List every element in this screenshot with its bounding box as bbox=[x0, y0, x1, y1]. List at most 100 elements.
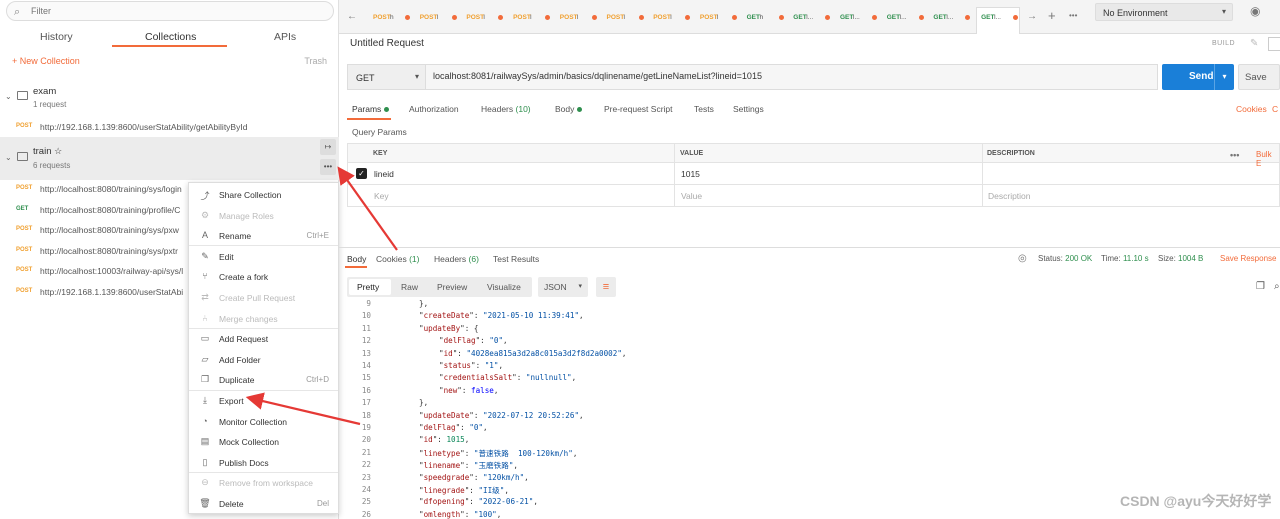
request-tab[interactable]: GET h bbox=[743, 8, 787, 28]
view-pretty[interactable]: Pretty bbox=[357, 282, 379, 292]
view-raw[interactable]: Raw bbox=[401, 282, 418, 292]
star-icon[interactable]: ☆ bbox=[54, 146, 62, 156]
menu-item-add-folder[interactable]: ▱ Add Folder bbox=[189, 349, 338, 369]
code-line: 18 "updateDate": "2022-07-12 20:52:26", bbox=[339, 411, 1280, 423]
request-tab[interactable]: GET l... bbox=[976, 7, 1021, 34]
url-box[interactable] bbox=[425, 64, 1158, 90]
view-visualize[interactable]: Visualize bbox=[487, 282, 521, 292]
chevron-down-icon[interactable]: ⌄ bbox=[5, 153, 12, 162]
tab-options-icon[interactable]: ••• bbox=[1069, 11, 1077, 20]
subtab-pre-request-script[interactable]: Pre-request Script bbox=[604, 104, 673, 114]
description-placeholder[interactable]: Description bbox=[988, 191, 1031, 201]
subtab-params[interactable]: Params bbox=[352, 104, 390, 114]
param-value[interactable]: 1015 bbox=[681, 169, 700, 179]
trash-link[interactable]: Trash bbox=[304, 56, 327, 66]
scroll-left-icon[interactable]: ← bbox=[347, 11, 357, 22]
copy-icon[interactable]: ❐ bbox=[1256, 281, 1265, 292]
scroll-right-icon[interactable]: → bbox=[1027, 11, 1037, 22]
response-tab-body[interactable]: Body bbox=[347, 254, 366, 264]
value-placeholder[interactable]: Value bbox=[681, 191, 702, 201]
send-button[interactable]: Send ▾ bbox=[1162, 64, 1234, 90]
menu-item-add-request[interactable]: ▭ Add Request bbox=[189, 328, 338, 348]
table-options-icon[interactable]: ••• bbox=[1230, 150, 1239, 160]
subtab-tests[interactable]: Tests bbox=[694, 104, 714, 114]
table-row[interactable]: ✓ lineid 1015 bbox=[347, 163, 1280, 185]
menu-item-edit[interactable]: ✎ Edit bbox=[189, 246, 338, 266]
table-row-empty[interactable]: Key Value Description bbox=[347, 185, 1280, 207]
format-select[interactable]: JSON ▾ bbox=[538, 277, 588, 297]
menu-item-delete[interactable]: 🗑 Delete Del bbox=[189, 493, 338, 513]
filter-input[interactable] bbox=[31, 4, 321, 18]
request-tab[interactable]: POST l bbox=[509, 8, 553, 28]
request-tab[interactable]: POST l bbox=[462, 8, 506, 28]
request-url: http://localhost:8080/training/sys/pxtr bbox=[40, 245, 178, 256]
menu-item-duplicate[interactable]: ❐ Duplicate Ctrl+D bbox=[189, 369, 338, 389]
method-badge: POST bbox=[16, 287, 33, 294]
tab-method: GET bbox=[981, 14, 995, 21]
request-tab[interactable]: GET l... bbox=[883, 8, 927, 28]
response-tab-test-results[interactable]: Test Results bbox=[493, 254, 539, 264]
collection-exam[interactable]: ⌄ exam 1 request bbox=[0, 82, 339, 116]
pencil-icon[interactable]: ✎ bbox=[1250, 38, 1258, 49]
request-tab[interactable]: GET l... bbox=[929, 8, 973, 28]
collection-train[interactable]: ⌄ train ☆ 6 requests bbox=[0, 140, 339, 176]
chevron-down-icon[interactable]: ▾ bbox=[1214, 64, 1234, 90]
eye-icon[interactable]: ◉ bbox=[1250, 4, 1260, 18]
tab-history[interactable]: History bbox=[40, 31, 73, 43]
collapse-icon[interactable]: ↦ bbox=[320, 139, 336, 155]
search-icon[interactable]: ⌕ bbox=[1274, 281, 1280, 292]
request-tab[interactable]: POST h bbox=[369, 8, 413, 28]
menu-item-mock-collection[interactable]: ▤ Mock Collection bbox=[189, 431, 338, 451]
line-number: 10 bbox=[361, 311, 371, 321]
response-tab-headers[interactable]: Headers (6) bbox=[434, 254, 479, 264]
menu-item-share-collection[interactable]: ⤴ Share Collection bbox=[189, 184, 338, 204]
url-input[interactable] bbox=[433, 71, 1133, 81]
globe-icon[interactable]: ◎ bbox=[1018, 253, 1027, 264]
tab-apis[interactable]: APIs bbox=[274, 31, 296, 43]
code-text: "delFlag": "0", bbox=[439, 336, 508, 346]
doc-icon[interactable] bbox=[1268, 37, 1280, 51]
request-tab[interactable]: POST l bbox=[556, 8, 600, 28]
line-number: 26 bbox=[361, 509, 371, 519]
request-title[interactable]: Untitled Request bbox=[350, 38, 424, 49]
key-placeholder[interactable]: Key bbox=[374, 191, 389, 201]
menu-item-monitor-collection[interactable]: ◔ Monitor Collection bbox=[189, 411, 338, 431]
unsaved-dot-icon bbox=[731, 15, 737, 20]
save-response-button[interactable]: Save Response bbox=[1220, 254, 1276, 263]
request-tab[interactable]: POST l bbox=[416, 8, 460, 28]
subtab-settings[interactable]: Settings bbox=[733, 104, 764, 114]
cookies-link[interactable]: Cookies bbox=[1236, 104, 1267, 114]
request-tab[interactable]: POST l bbox=[696, 8, 740, 28]
view-preview[interactable]: Preview bbox=[437, 282, 467, 292]
menu-item-export[interactable]: ⤓ Export bbox=[189, 390, 338, 410]
add-request-icon: ▭ bbox=[200, 333, 210, 344]
request-tab[interactable]: GET l... bbox=[836, 8, 880, 28]
sidebar-actions: + New Collection Trash bbox=[0, 54, 339, 70]
chevron-down-icon[interactable]: ⌄ bbox=[5, 92, 12, 101]
new-collection-button[interactable]: + New Collection bbox=[12, 56, 80, 66]
subtab-authorization[interactable]: Authorization bbox=[409, 104, 459, 114]
wrap-lines-icon[interactable]: ≡ bbox=[596, 277, 616, 297]
environment-select[interactable]: No Environment ▾ bbox=[1095, 3, 1233, 21]
more-options-icon[interactable]: ••• bbox=[320, 159, 336, 175]
filter-box[interactable]: ⌕ bbox=[6, 1, 334, 21]
method-select[interactable]: GET ▾ bbox=[347, 64, 425, 90]
tab-collections[interactable]: Collections bbox=[145, 31, 196, 43]
subtab-body[interactable]: Body bbox=[555, 104, 583, 114]
response-body[interactable]: 9}, 10 "createDate": "2021-05-10 11:39:41"… bbox=[339, 300, 1280, 519]
code-link[interactable]: C bbox=[1272, 104, 1278, 114]
add-tab-icon[interactable]: + bbox=[1048, 8, 1056, 23]
request-row[interactable]: POST http://192.168.1.139:8600/userStatA… bbox=[0, 117, 339, 137]
response-tab-cookies[interactable]: Cookies (1) bbox=[376, 254, 419, 264]
request-tab[interactable]: POST l bbox=[603, 8, 647, 28]
subtab-headers[interactable]: Headers (10) bbox=[481, 104, 531, 114]
menu-item-publish-docs[interactable]: ▯ Publish Docs bbox=[189, 452, 338, 472]
line-number: 13 bbox=[361, 348, 371, 358]
param-key[interactable]: lineid bbox=[374, 169, 394, 179]
menu-item-create-a-fork[interactable]: ⑂ Create a fork bbox=[189, 266, 338, 286]
save-button[interactable]: Save bbox=[1238, 64, 1280, 90]
menu-item-rename[interactable]: A Rename Ctrl+E bbox=[189, 225, 338, 245]
request-tab[interactable]: GET l... bbox=[789, 8, 833, 28]
request-tab[interactable]: POST l bbox=[649, 8, 693, 28]
checkbox[interactable]: ✓ bbox=[356, 168, 367, 179]
